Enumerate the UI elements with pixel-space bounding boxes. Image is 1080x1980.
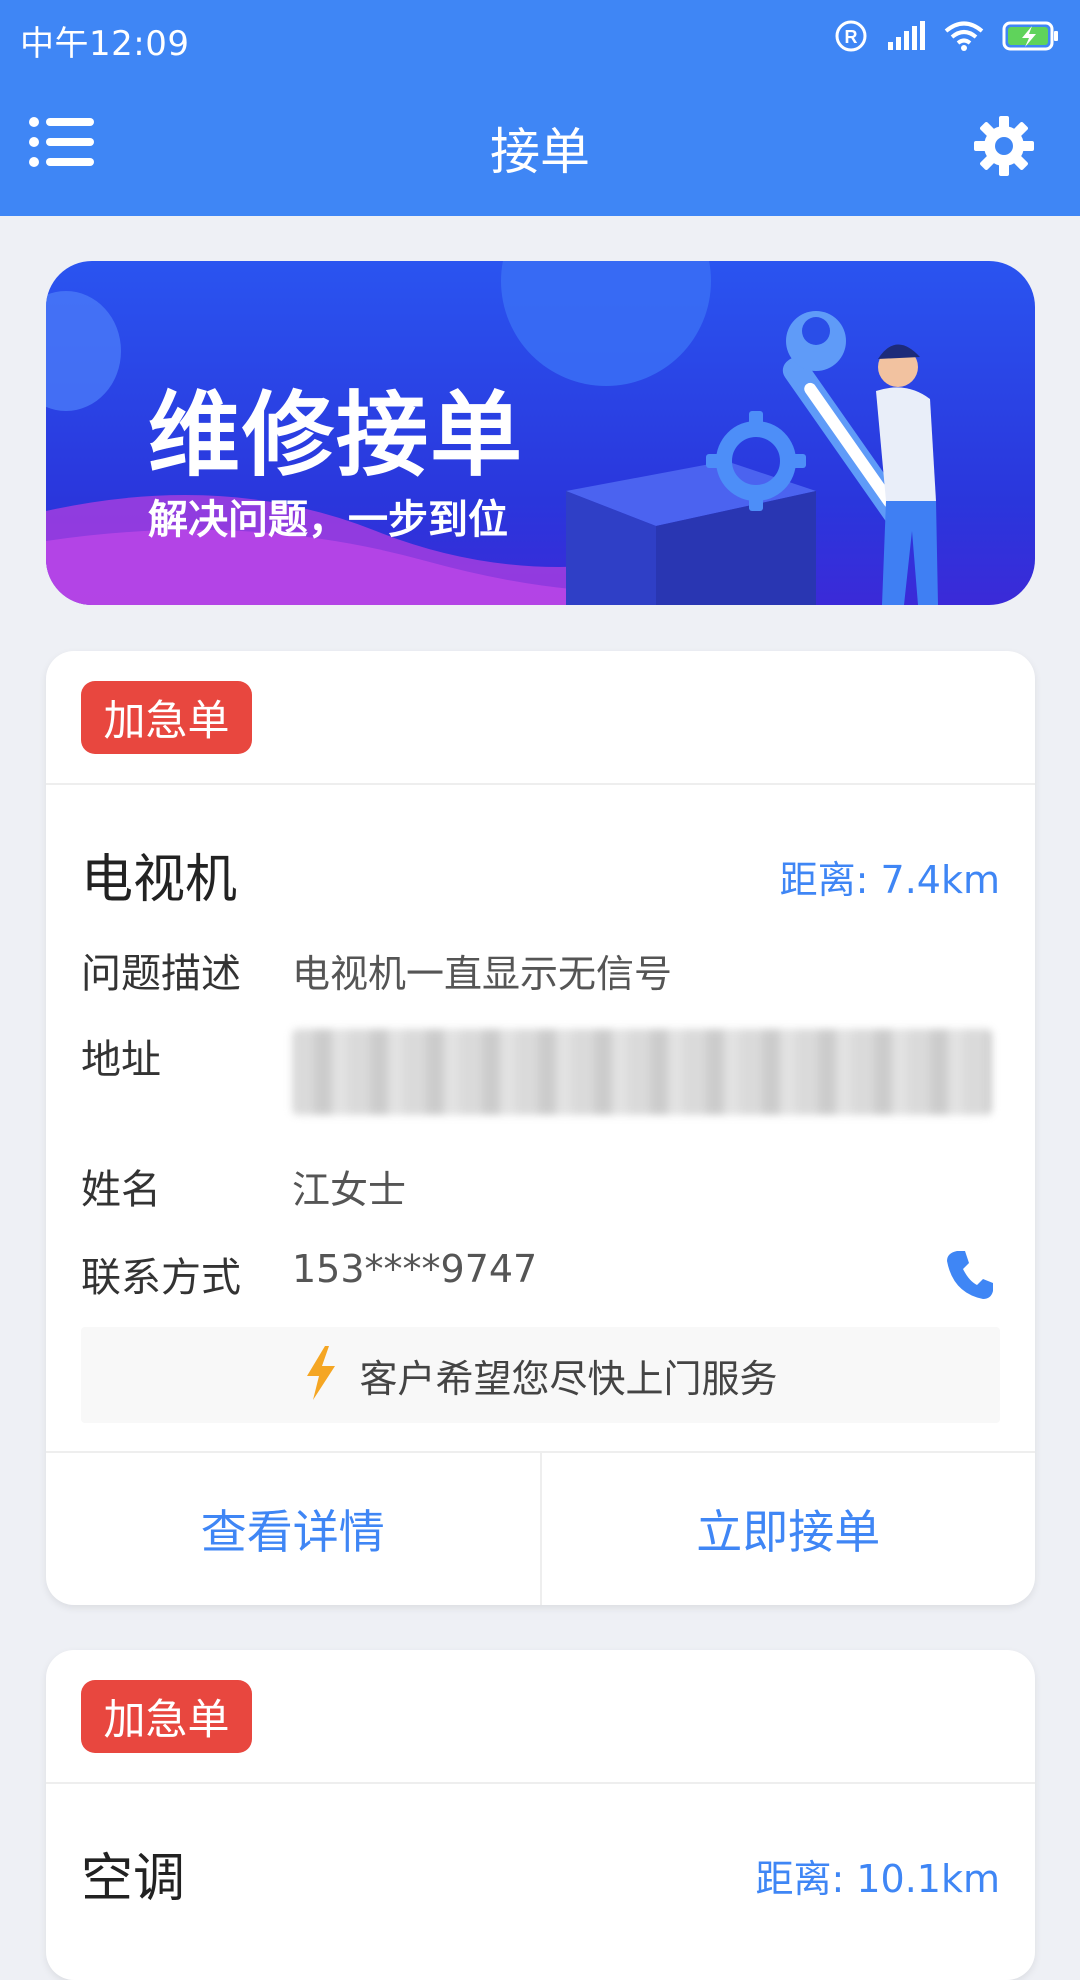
battery-charging-icon (1002, 20, 1060, 56)
name-value: 江女士 (292, 1168, 407, 1212)
urgent-hint-box: 客户希望您尽快上门服务 (81, 1327, 1000, 1423)
urgent-badge: 加急单 (81, 681, 252, 754)
contact-label: 联系方式 (81, 1255, 241, 1301)
promo-banner[interactable]: 维修接单 解决问题，一步到位 (46, 261, 1035, 605)
status-icons: R (834, 18, 1060, 58)
problem-label: 问题描述 (81, 951, 241, 997)
contact-value: 153****9747 (292, 1247, 538, 1291)
view-details-button[interactable]: 查看详情 (46, 1453, 542, 1605)
banner-title: 维修接单 (148, 382, 525, 489)
device-row: 电视机 距离: 7.4km (81, 837, 1000, 910)
problem-value: 电视机一直显示无信号 (292, 952, 673, 996)
registered-icon: R (834, 19, 868, 57)
urgent-badge: 加急单 (81, 1680, 252, 1753)
distance-label: 距离: 10.1km (755, 1857, 1000, 1901)
address-value-blurred (292, 1029, 992, 1115)
top-bar: 中午12:09 R 接单 (0, 0, 1080, 216)
page-title: 接单 (490, 123, 590, 181)
order-card-header: 加急单 (46, 1650, 1035, 1784)
order-card-header: 加急单 (46, 651, 1035, 785)
accept-order-button[interactable]: 立即接单 (542, 1453, 1036, 1605)
banner-subtitle: 解决问题，一步到位 (148, 497, 508, 543)
card-actions: 查看详情 立即接单 (46, 1451, 1035, 1605)
order-card: 加急单 空调 距离: 10.1km (46, 1650, 1035, 1980)
urgent-hint-text: 客户希望您尽快上门服务 (359, 1356, 778, 1401)
name-label: 姓名 (81, 1167, 161, 1213)
device-name: 电视机 (81, 850, 238, 910)
distance-label: 距离: 7.4km (779, 858, 1000, 902)
gear-icon[interactable] (972, 114, 1036, 178)
lightning-icon (303, 1346, 337, 1404)
phone-icon[interactable] (943, 1247, 997, 1301)
address-label: 地址 (81, 1037, 161, 1083)
wifi-icon (944, 20, 984, 56)
status-bar: 中午12:09 R (0, 0, 1080, 76)
device-name: 空调 (81, 1849, 186, 1909)
worker-illustration (876, 344, 938, 605)
signal-icon (886, 20, 926, 56)
app-bar: 接单 (0, 76, 1080, 216)
status-time: 中午12:09 (20, 24, 190, 64)
order-card: 加急单 电视机 距离: 7.4km 问题描述 电视机一直显示无信号 地址 姓名 … (46, 651, 1035, 1605)
device-row: 空调 距离: 10.1km (81, 1836, 1000, 1909)
svg-text:R: R (845, 27, 858, 47)
